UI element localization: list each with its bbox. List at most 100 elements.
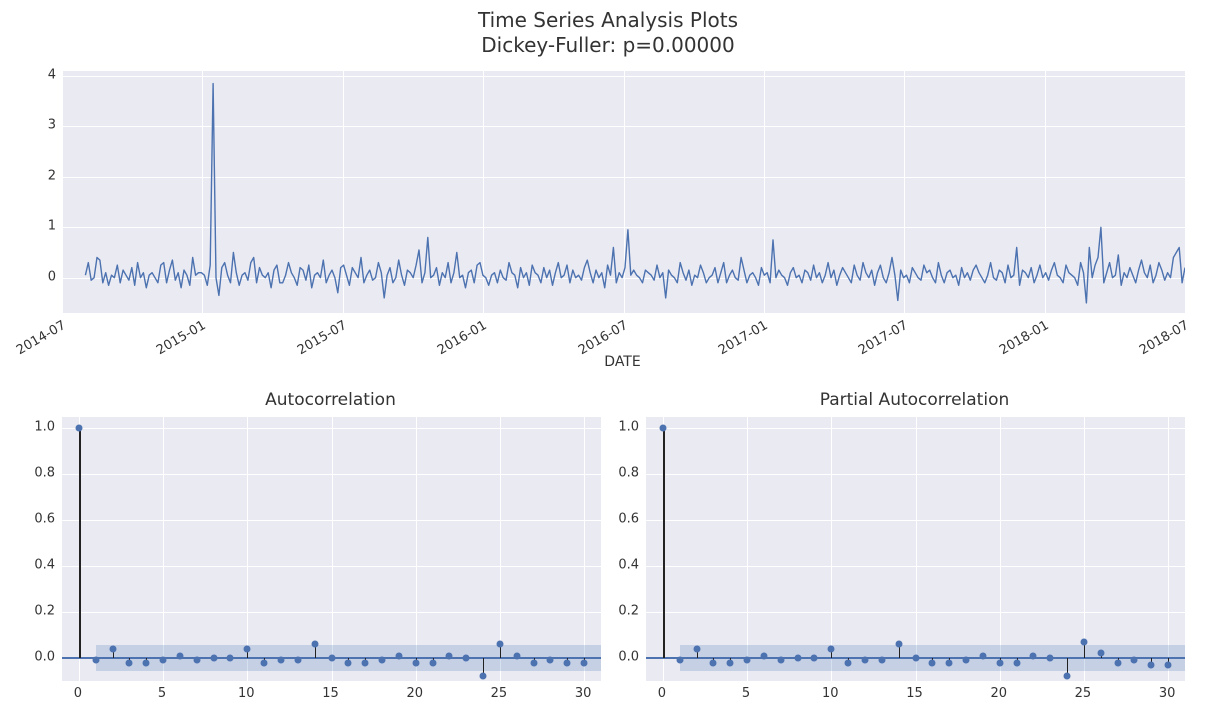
acf_panel-y-tick: 0.8: [27, 466, 55, 481]
acf_panel-dot: [227, 655, 234, 662]
pacf_panel-dot: [996, 659, 1003, 666]
pacf_panel-x-tick: 25: [1075, 686, 1092, 701]
acf_panel-x-tick: 0: [74, 686, 82, 701]
pacf_panel-dot: [1165, 661, 1172, 668]
pacf_panel-dot: [912, 655, 919, 662]
acf_panel-dot: [496, 641, 503, 648]
acf-axes: [61, 416, 602, 682]
acf_panel-y-tick: 0.0: [27, 650, 55, 665]
figure-title: Time Series Analysis Plots Dickey-Fuller…: [0, 8, 1216, 58]
pacf_panel-dot: [760, 652, 767, 659]
acf_panel-dot: [328, 655, 335, 662]
timeseries-x-tick: 2017-07: [856, 318, 911, 358]
timeseries-y-tick: 2: [30, 168, 56, 183]
acf_panel-dot: [379, 657, 386, 664]
pacf_panel-dot: [845, 659, 852, 666]
pacf_panel-grid-v: [1168, 417, 1169, 681]
pacf_panel-dot: [744, 657, 751, 664]
pacf_panel-y-tick: 0.4: [611, 558, 639, 573]
timeseries-x-tick: 2018-01: [997, 318, 1052, 358]
pacf_panel-dot: [946, 659, 953, 666]
pacf_panel-dot: [1148, 661, 1155, 668]
acf_panel-grid-v: [163, 417, 164, 681]
pacf_panel-x-tick: 15: [906, 686, 923, 701]
acf_panel-grid-v: [332, 417, 333, 681]
pacf_panel-dot: [878, 657, 885, 664]
acf_panel-dot: [143, 659, 150, 666]
pacf_panel-dot: [1013, 659, 1020, 666]
timeseries-x-tick: 2015-01: [154, 318, 209, 358]
pacf_panel-y-tick: 0.6: [611, 512, 639, 527]
pacf_panel-dot: [710, 659, 717, 666]
pacf_panel-dot: [1064, 673, 1071, 680]
timeseries-x-tick: 2014-07: [14, 318, 69, 358]
pacf_panel-dot: [1131, 657, 1138, 664]
acf_panel-dot: [446, 652, 453, 659]
pacf_panel-dot: [794, 655, 801, 662]
acf_panel-dot: [210, 655, 217, 662]
acf_panel-dot: [429, 659, 436, 666]
timeseries-x-tick: 2016-01: [435, 318, 490, 358]
pacf_panel-dot: [979, 652, 986, 659]
pacf_panel-dot: [811, 655, 818, 662]
pacf_panel-dot: [1114, 659, 1121, 666]
acf_panel-stem: [79, 428, 81, 658]
pacf_panel-dot: [693, 645, 700, 652]
pacf_panel-x-tick: 30: [1159, 686, 1176, 701]
timeseries-axes: [61, 70, 1186, 314]
acf_panel-x-tick: 25: [491, 686, 508, 701]
acf_panel-dot: [176, 652, 183, 659]
figure: Time Series Analysis Plots Dickey-Fuller…: [0, 0, 1216, 710]
acf_panel-dot: [362, 659, 369, 666]
pacf_panel-x-tick: 0: [658, 686, 666, 701]
pacf_panel-y-tick: 0.0: [611, 650, 639, 665]
pacf-axes: [645, 416, 1186, 682]
acf_panel-y-tick: 0.2: [27, 604, 55, 619]
pacf_panel-y-tick: 1.0: [611, 420, 639, 435]
pacf_panel-dot: [1080, 638, 1087, 645]
acf_panel-dot: [160, 657, 167, 664]
timeseries-y-tick: 0: [30, 269, 56, 284]
acf_panel-dot: [581, 659, 588, 666]
acf_panel-dot: [75, 425, 82, 432]
acf_panel-dot: [193, 657, 200, 664]
pacf_panel-x-tick: 5: [742, 686, 750, 701]
timeseries-y-tick: 3: [30, 118, 56, 133]
pacf_panel-y-tick: 0.2: [611, 604, 639, 619]
acf_panel-x-tick: 10: [238, 686, 255, 701]
pacf_panel-grid-v: [916, 417, 917, 681]
acf_panel-x-tick: 15: [322, 686, 339, 701]
acf_panel-grid-v: [247, 417, 248, 681]
acf_panel-dot: [480, 673, 487, 680]
pacf_panel-dot: [963, 657, 970, 664]
timeseries-y-tick: 4: [30, 68, 56, 83]
acf_panel-dot: [463, 655, 470, 662]
timeseries-line: [62, 71, 1185, 313]
timeseries-x-tick: 2017-01: [716, 318, 771, 358]
pacf_panel-stem: [663, 428, 665, 658]
acf_panel-dot: [547, 657, 554, 664]
pacf-title: Partial Autocorrelation: [645, 390, 1184, 410]
acf_panel-dot: [92, 657, 99, 664]
acf_panel-dot: [294, 657, 301, 664]
acf_panel-dot: [126, 659, 133, 666]
acf_panel-dot: [395, 652, 402, 659]
timeseries-x-tick: 2018-07: [1137, 318, 1192, 358]
pacf_panel-dot: [929, 659, 936, 666]
pacf_panel-dot: [1097, 650, 1104, 657]
acf_panel-y-tick: 0.6: [27, 512, 55, 527]
acf_panel-dot: [513, 652, 520, 659]
acf_panel-dot: [564, 659, 571, 666]
acf_panel-dot: [345, 659, 352, 666]
pacf_panel-dot: [727, 659, 734, 666]
pacf_panel-dot: [777, 657, 784, 664]
pacf_panel-grid-v: [747, 417, 748, 681]
pacf_panel-dot: [1047, 655, 1054, 662]
acf_panel-y-tick: 1.0: [27, 420, 55, 435]
pacf_panel-grid-v: [1000, 417, 1001, 681]
pacf_panel-dot: [659, 425, 666, 432]
pacf_panel-dot: [676, 657, 683, 664]
acf-title: Autocorrelation: [61, 390, 600, 410]
timeseries-x-tick: 2016-07: [575, 318, 630, 358]
figure-title-line2: Dickey-Fuller: p=0.00000: [0, 33, 1216, 58]
